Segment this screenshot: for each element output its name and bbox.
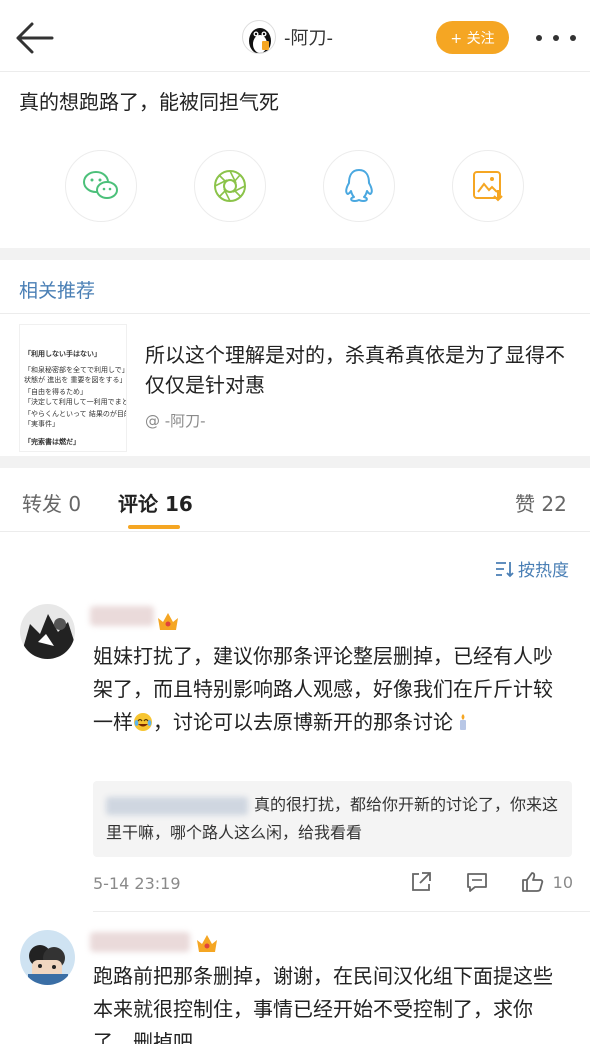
qq-icon (345, 169, 373, 202)
follow-button[interactable]: + 关注 (436, 21, 509, 54)
sort-label: 按热度 (518, 561, 569, 581)
save-image-icon (473, 171, 503, 202)
back-button[interactable] (12, 18, 56, 58)
user-header[interactable]: -阿刀- (242, 18, 333, 56)
related-thumbnail: 「利用しない手はない」 「和泉秘密部を全てで利用しで」 状態が 進出を 重要を図… (19, 324, 127, 452)
vip-crown-icon (197, 935, 217, 952)
repost-button[interactable] (409, 870, 433, 894)
sort-button[interactable]: 按热度 (494, 556, 569, 581)
like-count: 10 (552, 872, 573, 892)
commenter-name[interactable] (90, 932, 190, 952)
more-dots-icon (536, 35, 542, 41)
wechat-icon (83, 171, 118, 199)
divider (93, 911, 590, 912)
commenter-avatar[interactable] (20, 930, 75, 985)
section-divider (0, 248, 590, 260)
tab-comment[interactable]: 评论 16 (118, 488, 193, 517)
related-title: 相关推荐 (19, 280, 96, 302)
share-qq-button[interactable] (323, 150, 395, 222)
penguin-avatar (242, 20, 276, 54)
share-wechat-button[interactable] (65, 150, 137, 222)
moments-icon (214, 170, 246, 202)
post-text: 真的想跑路了，能被同担气死 (19, 90, 279, 114)
share-moments-button[interactable] (194, 150, 266, 222)
related-body: 所以这个理解是对的，杀真希真依是为了显得不仅仅是针对惠 (145, 343, 565, 397)
comment-icon (466, 873, 487, 892)
save-image-button[interactable] (452, 150, 524, 222)
back-arrow-icon (16, 22, 54, 54)
candle-emoji-icon (460, 714, 466, 730)
sort-icon (496, 561, 514, 577)
comment-time: 5-14 23:19 (93, 874, 181, 893)
laugh-cry-emoji-icon (134, 713, 152, 731)
tab-bar: 转发 0 评论 16 赞 22 (0, 470, 590, 532)
commenter-name[interactable] (90, 606, 154, 626)
more-button[interactable] (536, 28, 576, 48)
tab-repost[interactable]: 转发 0 (22, 488, 81, 517)
reply-button[interactable] (465, 870, 489, 894)
reply-author[interactable] (106, 796, 248, 815)
header-username: -阿刀- (284, 28, 333, 49)
comment-reply-box[interactable]: 真的很打扰，都给你开新的讨论了，你来这里干嘛，哪个路人这么闲，给我看看 (93, 781, 572, 857)
comment-meta: 5-14 23:19 10 (93, 870, 573, 900)
comment-text: 姐妹打扰了，建议你那条评论整层删掉，已经有人吵架了，而且特别影响路人观感，好像我… (93, 644, 553, 734)
like-button[interactable] (521, 870, 545, 894)
share-row (0, 150, 590, 224)
thumbs-up-icon (521, 872, 543, 892)
related-author[interactable]: @ -阿刀- (145, 410, 206, 431)
comment-text: 跑路前把那条删掉，谢谢，在民间汉化组下面提这些本来就很控制住，事情已经开始不受控… (93, 964, 553, 1044)
tab-like[interactable]: 赞 22 (515, 488, 567, 517)
related-post-card[interactable]: 「利用しない手はない」 「和泉秘密部を全てで利用しで」 状態が 進出を 重要を図… (0, 314, 590, 456)
commenter-avatar[interactable] (20, 604, 75, 659)
section-divider (0, 456, 590, 468)
top-bar: -阿刀- + 关注 (0, 0, 590, 72)
tab-indicator (128, 525, 180, 529)
vip-crown-icon (158, 613, 178, 630)
share-out-icon (411, 872, 431, 891)
